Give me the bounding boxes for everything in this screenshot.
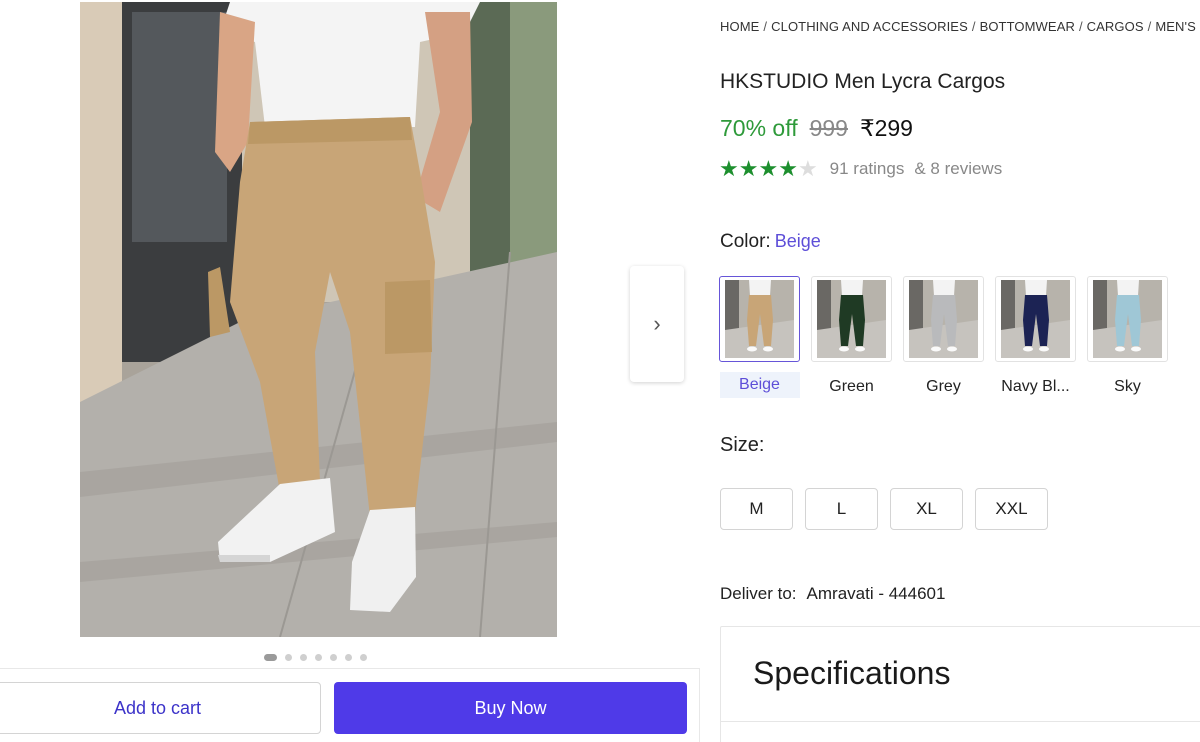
ratings-count: 91 ratings [829,159,905,178]
swatch-label: Grey [926,378,961,395]
star-rating: ★ ★ ★ ★ ★ [719,158,818,180]
color-swatch[interactable]: Navy Bl... [995,276,1076,400]
breadcrumb: HOME / CLOTHING AND ACCESSORIES / BOTTOMWEAR… [720,19,1200,34]
carousel-dot[interactable] [315,653,322,661]
swatch-label: Beige [719,372,800,398]
product-title: HKSTUDIO Men Lycra Cargos [720,70,1006,93]
star-filled-icon: ★ [738,156,759,181]
reviews-count: & 8 reviews [914,159,1003,178]
carousel-dot[interactable] [345,653,352,661]
color-heading: Color: Beige [720,231,821,253]
size-options: M L XL XXL [720,488,1048,530]
star-filled-icon: ★ [758,156,779,181]
swatch-label: Navy Bl... [1001,378,1070,395]
product-main-image[interactable] [80,2,557,637]
color-swatch[interactable]: Sky [1087,276,1168,400]
next-image-button[interactable]: › [630,266,684,382]
carousel-dot[interactable] [285,653,292,661]
current-price: ₹299 [859,115,913,141]
star-filled-icon: ★ [719,156,739,181]
breadcrumb-separator: / [1078,19,1083,34]
action-bar: Add to cart Buy Now [0,668,700,742]
star-empty-icon: ★ [797,156,818,181]
product-page: › Add to cart Buy Now HOME / CLOTHING AND … [0,0,1200,742]
discount-label: 70% off [720,115,798,141]
original-price: 999 [809,115,848,141]
breadcrumb-separator: / [763,19,768,34]
breadcrumb-separator: / [971,19,976,34]
carousel-dot[interactable] [264,653,277,661]
delivery-location: Amravati - 444601 [806,584,946,603]
carousel-dot[interactable] [300,653,307,661]
breadcrumb-item[interactable]: CARGOS [1087,19,1144,34]
carousel-dots [264,652,367,662]
breadcrumb-separator: / [1147,19,1152,34]
color-swatch[interactable]: Green [811,276,892,400]
swatch-label: Green [829,378,874,395]
divider [721,721,1200,722]
breadcrumb-item[interactable]: MEN'S CARGOS [1155,19,1200,34]
breadcrumb-item[interactable]: BOTTOMWEAR [980,19,1075,34]
size-option-xxl[interactable]: XXL [975,488,1048,530]
swatch-thumbnail [903,276,984,362]
buy-now-button[interactable]: Buy Now [334,682,687,734]
size-option-xl[interactable]: XL [890,488,963,530]
delivery-info[interactable]: Deliver to: Amravati - 444601 [720,584,945,604]
swatch-thumbnail [995,276,1076,362]
star-filled-icon: ★ [778,156,798,181]
swatch-thumbnail [719,276,800,362]
breadcrumb-item[interactable]: CLOTHING AND ACCESSORIES [771,19,968,34]
color-label: Color: [720,231,771,252]
color-swatches: Beige Green Grey Navy Bl... Sky [719,276,1168,400]
swatch-thumbnail [811,276,892,362]
specifications-title: Specifications [753,655,951,691]
chevron-right-icon: › [653,311,661,336]
price-row: 70% off 999 ₹299 [720,115,913,142]
size-option-l[interactable]: L [805,488,878,530]
size-heading: Size: [720,434,765,456]
carousel-dot[interactable] [360,653,367,661]
swatch-label: Sky [1114,378,1141,395]
carousel-dot[interactable] [330,653,337,661]
breadcrumb-item[interactable]: HOME [720,19,759,34]
specifications-card: Specifications [720,626,1200,742]
add-to-cart-button[interactable]: Add to cart [0,682,321,734]
color-swatch[interactable]: Grey [903,276,984,400]
selected-color-value: Beige [774,231,821,251]
rating-row[interactable]: ★ ★ ★ ★ ★ 91 ratings & 8 reviews [719,158,1002,180]
deliver-label: Deliver to: [720,584,797,603]
color-swatch[interactable]: Beige [719,276,800,400]
size-option-m[interactable]: M [720,488,793,530]
swatch-thumbnail [1087,276,1168,362]
